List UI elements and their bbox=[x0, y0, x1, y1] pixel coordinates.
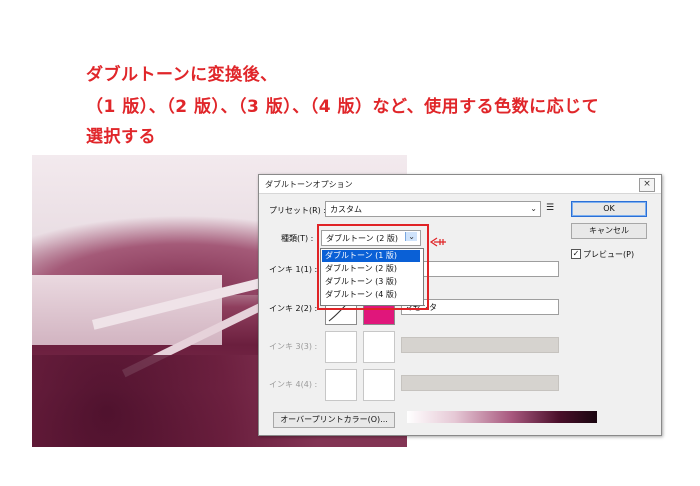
type-option-4[interactable]: ダブルトーン (4 版) bbox=[322, 289, 420, 301]
ink4-color-swatch bbox=[363, 369, 395, 401]
preset-value: カスタム bbox=[330, 205, 362, 214]
preview-checkbox[interactable]: ✓ bbox=[571, 249, 581, 259]
pointing-hand-icon bbox=[429, 237, 446, 247]
ink3-name-field bbox=[401, 337, 559, 353]
preview-label: プレビュー(P) bbox=[583, 250, 635, 259]
ink4-name-field bbox=[401, 375, 559, 391]
overprint-colors-button[interactable]: オーバープリントカラー(O)... bbox=[273, 412, 395, 428]
close-icon[interactable]: × bbox=[639, 178, 655, 192]
type-option-1[interactable]: ダブルトーン (1 版) bbox=[322, 250, 420, 262]
caption-line-1: ダブルトーンに変換後、 bbox=[86, 65, 278, 85]
caption-line-2: （1 版）、（2 版）、（3 版）、（4 版）など、使用する色数に応じて bbox=[86, 97, 600, 117]
preset-label: プリセット(R) : bbox=[269, 206, 327, 215]
dialog-titlebar[interactable]: ダブルトーンオプション × bbox=[259, 175, 661, 194]
ink3-label: インキ 3(3) : bbox=[269, 342, 318, 351]
duotone-gradient-bar bbox=[407, 411, 597, 423]
ink4-curve-box bbox=[325, 369, 357, 401]
duotone-options-dialog: ダブルトーンオプション × プリセット(R) : カスタム ⌄ ☰ OK キャン… bbox=[258, 174, 662, 436]
type-option-2[interactable]: ダブルトーン (2 版) bbox=[322, 263, 420, 275]
type-label: 種類(T) : bbox=[281, 234, 314, 243]
dialog-title: ダブルトーンオプション bbox=[265, 180, 353, 189]
type-dropdown-list: ダブルトーン (1 版) ダブルトーン (2 版) ダブルトーン (3 版) ダ… bbox=[320, 248, 424, 306]
type-option-3[interactable]: ダブルトーン (3 版) bbox=[322, 276, 420, 288]
ink1-label: インキ 1(1) : bbox=[269, 265, 318, 274]
ok-button[interactable]: OK bbox=[571, 201, 647, 217]
ink3-color-swatch bbox=[363, 331, 395, 363]
ink2-label: インキ 2(2) : bbox=[269, 304, 318, 313]
caption-line-3: 選択する bbox=[86, 127, 156, 147]
preset-options-icon[interactable]: ☰ bbox=[546, 203, 554, 213]
ink3-curve-box bbox=[325, 331, 357, 363]
cancel-button[interactable]: キャンセル bbox=[571, 223, 647, 239]
preset-select[interactable]: カスタム ⌄ bbox=[325, 201, 541, 217]
ink1-name-field[interactable] bbox=[407, 261, 559, 277]
chevron-down-icon: ⌄ bbox=[530, 204, 537, 213]
ink4-label: インキ 4(4) : bbox=[269, 380, 318, 389]
